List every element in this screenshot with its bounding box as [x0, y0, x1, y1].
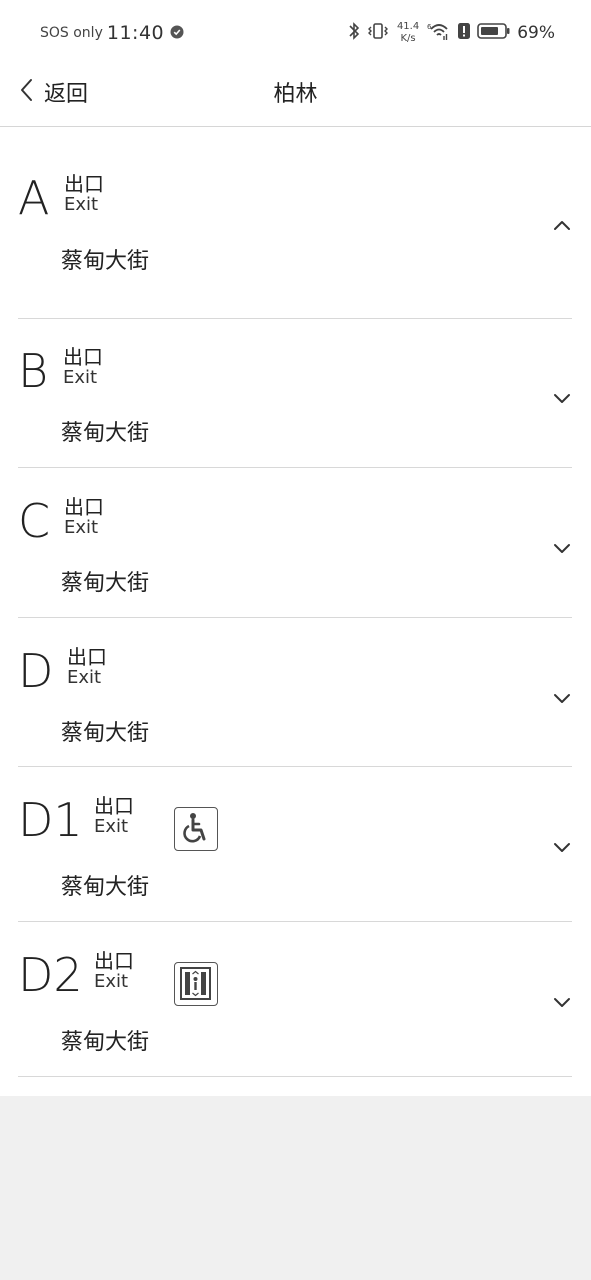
exit-letter: D1: [18, 793, 83, 847]
carrier-text: SOS only: [40, 25, 103, 41]
exit-label-en: Exit: [64, 194, 99, 215]
bluetooth-icon: [347, 21, 361, 45]
battery-icon: [477, 21, 511, 45]
exit-street: 蔡甸大街: [61, 249, 150, 274]
chevron-down-icon[interactable]: [552, 837, 572, 857]
exit-label-en: Exit: [94, 816, 129, 837]
exit-item-a[interactable]: A 出口 Exit 蔡甸大街: [18, 127, 572, 319]
chevron-up-icon[interactable]: [552, 215, 572, 235]
exit-label-cn: 出口: [64, 495, 104, 519]
nav-header: 返回 柏林: [0, 64, 591, 127]
vibrate-icon: [367, 21, 389, 45]
chevron-down-icon[interactable]: [552, 538, 572, 558]
exit-item-b[interactable]: B 出口 Exit 蔡甸大街: [18, 319, 572, 468]
exit-letter: C: [18, 494, 51, 548]
exit-label: 出口 Exit: [67, 646, 107, 688]
chevron-down-icon[interactable]: [552, 388, 572, 408]
exit-label-en: Exit: [63, 367, 98, 388]
exit-label-cn: 出口: [63, 345, 103, 369]
clock-text: 11:40: [106, 22, 165, 44]
battery-percent: 69%: [517, 23, 555, 43]
exit-label: 出口 Exit: [94, 795, 134, 837]
empty-background: [0, 1096, 591, 1280]
elevator-icon: [174, 962, 218, 1006]
status-bar: SOS only 11:40 41.4 K/s 6 69%: [0, 0, 591, 64]
app-screen: SOS only 11:40 41.4 K/s 6 69% 返回 柏林 A 出口…: [0, 0, 591, 1096]
page-title: 柏林: [273, 82, 318, 107]
exit-label: 出口 Exit: [94, 950, 134, 992]
exit-label-en: Exit: [67, 667, 102, 688]
exit-item-c[interactable]: C 出口 Exit 蔡甸大街: [18, 468, 572, 618]
exit-label-cn: 出口: [64, 172, 104, 196]
exit-letter: A: [18, 171, 50, 225]
exit-letter: D: [18, 644, 54, 698]
exit-street: 蔡甸大街: [61, 1030, 150, 1055]
exit-item-d2[interactable]: D2 出口 Exit 蔡甸大街: [18, 922, 572, 1077]
exit-street: 蔡甸大街: [61, 571, 150, 596]
exit-item-d[interactable]: D 出口 Exit 蔡甸大街: [18, 618, 572, 767]
network-speed-value: 41.4: [396, 21, 420, 32]
chevron-down-icon[interactable]: [552, 992, 572, 1012]
exit-letter: B: [18, 344, 49, 398]
wheelchair-icon: [174, 807, 218, 851]
exit-street: 蔡甸大街: [61, 875, 150, 900]
svg-text:6: 6: [427, 23, 432, 31]
exit-label-cn: 出口: [67, 645, 107, 669]
network-speed: 41.4 K/s: [397, 21, 419, 45]
wifi-icon: 6: [427, 21, 451, 45]
exit-label-en: Exit: [94, 971, 129, 992]
alert-icon: [457, 21, 471, 45]
network-speed-unit: K/s: [400, 33, 416, 44]
status-bar-right: 41.4 K/s 6 69%: [347, 20, 555, 46]
exit-letter: D2: [18, 948, 83, 1002]
exit-label: 出口 Exit: [64, 496, 104, 538]
status-bar-left: SOS only 11:40: [40, 20, 184, 46]
exit-street: 蔡甸大街: [61, 721, 150, 746]
exit-item-d1[interactable]: D1 出口 Exit 蔡甸大街: [18, 767, 572, 922]
exit-street: 蔡甸大街: [61, 421, 150, 446]
exit-label: 出口 Exit: [64, 173, 104, 215]
shield-icon: [170, 24, 184, 43]
exit-label-en: Exit: [64, 517, 99, 538]
exit-label-cn: 出口: [94, 949, 134, 973]
chevron-down-icon[interactable]: [552, 688, 572, 708]
exit-label: 出口 Exit: [63, 346, 103, 388]
exit-label-cn: 出口: [94, 794, 134, 818]
